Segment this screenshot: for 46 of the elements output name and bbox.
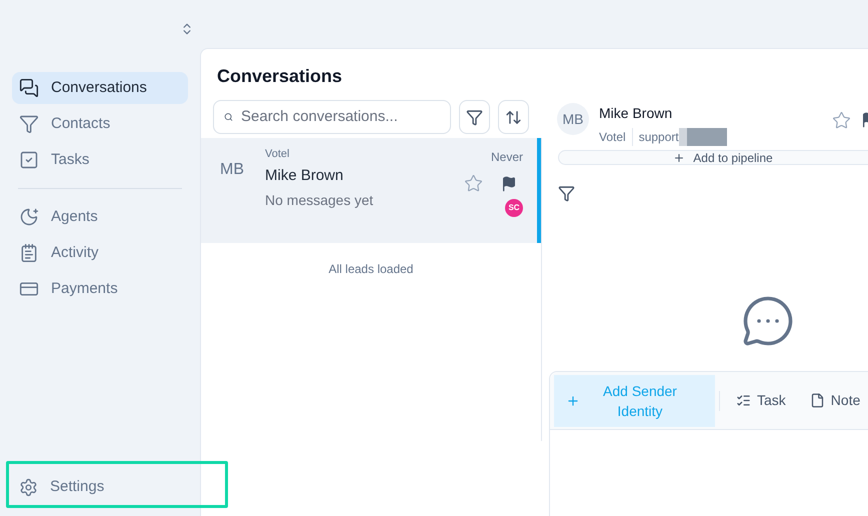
star-icon[interactable] bbox=[464, 174, 483, 193]
document-icon bbox=[19, 243, 39, 263]
file-icon bbox=[810, 393, 825, 408]
company-name: Votel bbox=[265, 147, 290, 162]
plus-icon bbox=[566, 394, 580, 408]
agent-badge: SC bbox=[505, 199, 523, 217]
message-preview: No messages yet bbox=[265, 191, 374, 210]
filter-button[interactable] bbox=[459, 100, 490, 134]
nav-item[interactable]: Agents bbox=[12, 201, 188, 233]
time-label: Never bbox=[490, 149, 523, 166]
settings-icon bbox=[19, 478, 38, 496]
composer-tab[interactable]: Task bbox=[724, 390, 798, 411]
settings-item[interactable]: Settings bbox=[12, 471, 188, 503]
list-footer: All leads loaded bbox=[201, 260, 541, 278]
filter-icon[interactable] bbox=[558, 185, 575, 202]
company-name: Votel bbox=[599, 128, 633, 146]
chat-bubble-icon bbox=[741, 294, 795, 348]
nav-item[interactable]: Conversations bbox=[12, 72, 188, 104]
sort-button[interactable] bbox=[498, 100, 529, 134]
add-to-pipeline-button[interactable]: Add to pipeline bbox=[558, 150, 868, 165]
add-sender-button[interactable]: Add Sender Identity bbox=[554, 374, 715, 426]
contact-name: Mike Brown bbox=[599, 104, 674, 123]
conversation-row[interactable]: MB Votel Mike Brown No messages yet Never SC bbox=[201, 138, 541, 243]
nav-item[interactable]: Tasks bbox=[12, 144, 188, 176]
composer-tab[interactable]: Note bbox=[798, 390, 868, 411]
plus-icon bbox=[673, 152, 686, 164]
sort-icon bbox=[505, 108, 522, 126]
star-icon[interactable] bbox=[832, 111, 851, 130]
filter-icon bbox=[19, 114, 39, 134]
nav-item[interactable]: Contacts bbox=[12, 108, 188, 140]
moon-sparkle-icon bbox=[19, 207, 39, 227]
nav-item[interactable]: Payments bbox=[12, 273, 188, 305]
panel-title: Conversations bbox=[216, 65, 344, 88]
redaction-block bbox=[678, 128, 727, 146]
checklist-icon bbox=[736, 393, 751, 408]
checkbox-icon bbox=[19, 150, 39, 170]
filter-icon bbox=[466, 108, 483, 126]
contact-email: support bbox=[638, 129, 679, 146]
search-field[interactable]: Search conversations... bbox=[213, 100, 451, 134]
conversations-icon bbox=[19, 78, 39, 98]
avatar-initials: MB bbox=[220, 160, 245, 180]
contact-name: Mike Brown bbox=[265, 166, 344, 186]
avatar-initials: MB bbox=[557, 103, 589, 135]
nav-item[interactable]: Activity bbox=[12, 237, 188, 269]
search-input[interactable]: Search conversations... bbox=[241, 106, 440, 128]
flag-icon[interactable] bbox=[501, 176, 517, 192]
